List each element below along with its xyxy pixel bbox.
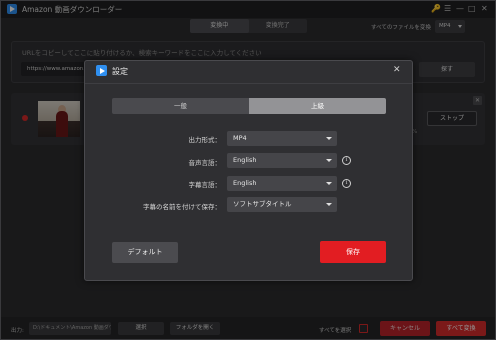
audio-language-info-icon[interactable]: i (342, 156, 351, 165)
dialog-divider (85, 83, 412, 84)
dialog-title: 設定 (112, 67, 128, 76)
app-window: Amazon 動画ダウンローダー 🔑 ☰ — □ ✕ 変換中 変換完了 すべての… (0, 0, 496, 340)
audio-language-select[interactable]: English (227, 153, 337, 168)
output-format-select[interactable]: MP4 (227, 131, 337, 146)
subtitle-save-as-label: 字幕の名前を付けて保存： (143, 203, 221, 211)
tab-general[interactable]: 一般 (112, 98, 249, 114)
subtitle-language-select[interactable]: English (227, 176, 337, 191)
default-button[interactable]: デフォルト (112, 242, 178, 263)
dialog-close-icon[interactable]: ✕ (393, 64, 401, 76)
subtitle-language-value: English (233, 179, 257, 187)
save-button[interactable]: 保存 (320, 241, 386, 263)
tab-advanced[interactable]: 上級 (249, 98, 386, 114)
chevron-down-icon (326, 182, 332, 185)
output-format-value: MP4 (233, 134, 247, 142)
subtitle-language-info-icon[interactable]: i (342, 179, 351, 188)
subtitle-language-label: 字幕言語： (188, 181, 222, 189)
subtitle-save-as-value: ソフトサブタイトル (233, 200, 292, 208)
audio-language-value: English (233, 156, 257, 164)
chevron-down-icon (326, 159, 332, 162)
dialog-app-icon (96, 65, 107, 76)
subtitle-save-as-select[interactable]: ソフトサブタイトル (227, 197, 337, 212)
chevron-down-icon (326, 137, 332, 140)
audio-language-label: 音声言語： (188, 159, 222, 167)
chevron-down-icon (326, 203, 332, 206)
output-format-label: 出力形式： (188, 136, 222, 144)
settings-tabs: 一般 上級 (112, 98, 386, 114)
